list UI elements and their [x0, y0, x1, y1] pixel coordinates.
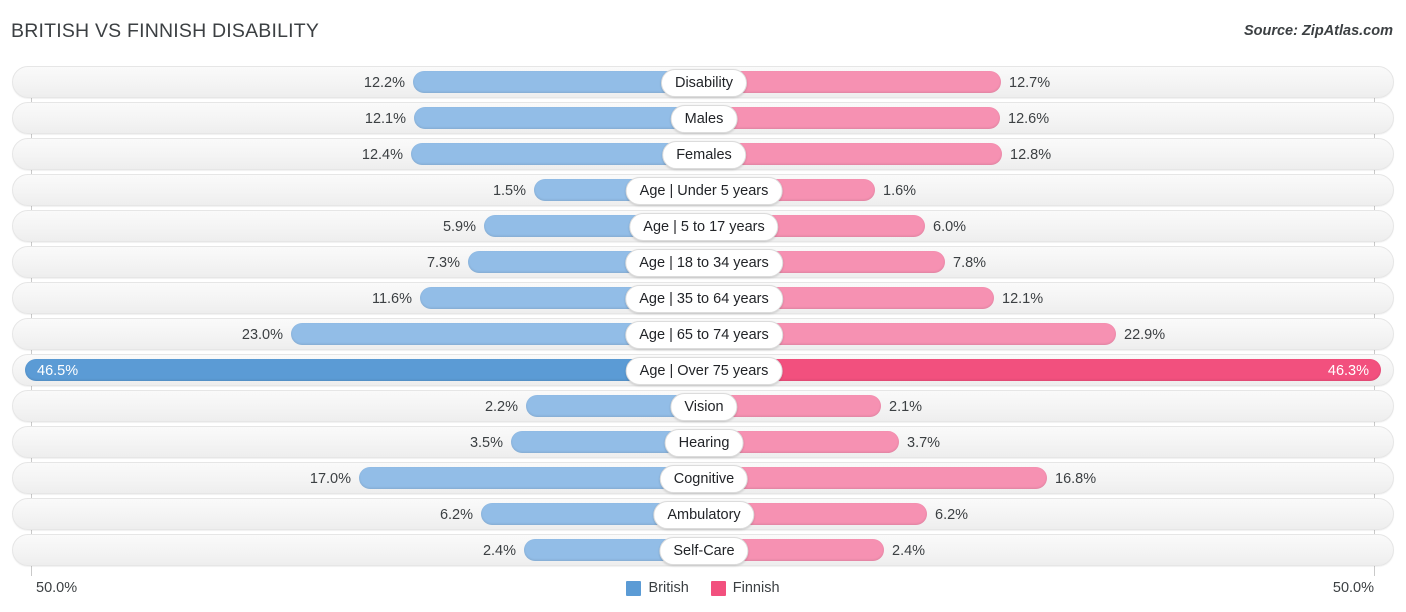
- value-label-finnish: 2.1%: [889, 399, 923, 415]
- bar-track: 2.2% 2.1% Vision: [13, 391, 1393, 421]
- value-label-british: 46.5%: [37, 363, 79, 379]
- bar-track: 2.4% 2.4% Self-Care: [13, 535, 1393, 565]
- chart-header: BRITISH VS FINNISH DISABILITY Source: Zi…: [0, 20, 1406, 48]
- bar-finnish[interactable]: [704, 359, 1381, 381]
- bar-track: 23.0% 22.9% Age | 65 to 74 years: [13, 319, 1393, 349]
- value-label-british: 12.1%: [364, 111, 406, 127]
- value-label-finnish: 3.7%: [907, 435, 941, 451]
- value-label-british: 1.5%: [492, 183, 526, 199]
- category-label-pill: Hearing: [664, 429, 744, 457]
- bar-row[interactable]: 12.1% 12.6% Males: [12, 102, 1394, 134]
- bar-row[interactable]: 23.0% 22.9% Age | 65 to 74 years: [12, 318, 1394, 350]
- legend-label: Finnish: [732, 580, 780, 596]
- bar-british[interactable]: [25, 359, 704, 381]
- value-label-british: 2.4%: [482, 543, 516, 559]
- bar-track: 12.4% 12.8% Females: [13, 139, 1393, 169]
- category-label-pill: Vision: [670, 393, 738, 421]
- value-label-british: 23.0%: [241, 327, 283, 343]
- value-label-british: 6.2%: [439, 507, 473, 523]
- bar-british[interactable]: [411, 143, 704, 165]
- bar-row[interactable]: 2.2% 2.1% Vision: [12, 390, 1394, 422]
- value-label-british: 2.2%: [484, 399, 518, 415]
- value-label-finnish: 7.8%: [953, 255, 987, 271]
- bar-track: 6.2% 6.2% Ambulatory: [13, 499, 1393, 529]
- legend-label: British: [648, 580, 689, 596]
- category-label-pill: Age | Under 5 years: [625, 177, 783, 205]
- chart-legend: British Finnish: [0, 580, 1406, 596]
- value-label-finnish: 46.3%: [1327, 363, 1369, 379]
- bar-british[interactable]: [414, 107, 704, 129]
- legend-item[interactable]: Finnish: [710, 580, 780, 596]
- value-label-british: 12.2%: [363, 75, 405, 91]
- value-label-british: 11.6%: [371, 291, 412, 307]
- value-label-finnish: 12.7%: [1009, 75, 1051, 91]
- category-label-pill: Age | 35 to 64 years: [625, 285, 783, 313]
- category-label-pill: Self-Care: [659, 537, 749, 565]
- bar-track: 3.5% 3.7% Hearing: [13, 427, 1393, 457]
- bar-track: 7.3% 7.8% Age | 18 to 34 years: [13, 247, 1393, 277]
- bar-finnish[interactable]: [704, 143, 1002, 165]
- category-label-pill: Females: [662, 141, 746, 169]
- bar-row[interactable]: 5.9% 6.0% Age | 5 to 17 years: [12, 210, 1394, 242]
- value-label-british: 12.4%: [361, 147, 403, 163]
- source-attribution: Source: ZipAtlas.com: [1243, 23, 1393, 39]
- value-label-british: 3.5%: [469, 435, 503, 451]
- bar-finnish[interactable]: [704, 71, 1001, 93]
- value-label-finnish: 12.1%: [1002, 291, 1044, 307]
- value-label-finnish: 22.9%: [1124, 327, 1166, 343]
- bar-row[interactable]: 3.5% 3.7% Hearing: [12, 426, 1394, 458]
- category-label-pill: Males: [670, 105, 738, 133]
- bar-track: 46.5% 46.3% Age | Over 75 years: [13, 355, 1393, 385]
- bar-finnish[interactable]: [704, 107, 1000, 129]
- bar-row[interactable]: 1.5% 1.6% Age | Under 5 years: [12, 174, 1394, 206]
- category-label-pill: Ambulatory: [653, 501, 755, 529]
- bar-track: 1.5% 1.6% Age | Under 5 years: [13, 175, 1393, 205]
- bar-british[interactable]: [359, 467, 704, 489]
- legend-swatch-icon: [710, 580, 726, 596]
- chart-footer: 50.0% 50.0% British Finnish: [0, 578, 1406, 612]
- category-label-pill: Age | Over 75 years: [625, 357, 783, 385]
- bar-row[interactable]: 17.0% 16.8% Cognitive: [12, 462, 1394, 494]
- value-label-finnish: 12.8%: [1010, 147, 1052, 163]
- value-label-british: 7.3%: [426, 255, 460, 271]
- bar-track: 11.6% 12.1% Age | 35 to 64 years: [13, 283, 1393, 313]
- category-label-pill: Cognitive: [659, 465, 749, 493]
- value-label-finnish: 6.0%: [933, 219, 967, 235]
- value-label-british: 17.0%: [309, 471, 351, 487]
- value-label-finnish: 1.6%: [883, 183, 917, 199]
- bar-row[interactable]: 2.4% 2.4% Self-Care: [12, 534, 1394, 566]
- chart-root: BRITISH VS FINNISH DISABILITY Source: Zi…: [0, 0, 1406, 612]
- category-label-pill: Age | 18 to 34 years: [625, 249, 783, 277]
- page-title: BRITISH VS FINNISH DISABILITY: [11, 20, 320, 42]
- bar-track: 12.1% 12.6% Males: [13, 103, 1393, 133]
- value-label-finnish: 2.4%: [892, 543, 926, 559]
- category-label-pill: Age | 5 to 17 years: [629, 213, 779, 241]
- bar-row[interactable]: 12.2% 12.7% Disability: [12, 66, 1394, 98]
- category-label-pill: Age | 65 to 74 years: [625, 321, 783, 349]
- value-label-finnish: 6.2%: [935, 507, 969, 523]
- bar-finnish[interactable]: [704, 467, 1047, 489]
- bar-track: 5.9% 6.0% Age | 5 to 17 years: [13, 211, 1393, 241]
- value-label-finnish: 12.6%: [1008, 111, 1050, 127]
- bar-row[interactable]: 7.3% 7.8% Age | 18 to 34 years: [12, 246, 1394, 278]
- bar-row[interactable]: 11.6% 12.1% Age | 35 to 64 years: [12, 282, 1394, 314]
- bar-row[interactable]: 6.2% 6.2% Ambulatory: [12, 498, 1394, 530]
- legend-swatch-icon: [626, 580, 642, 596]
- bar-row[interactable]: 46.5% 46.3% Age | Over 75 years: [12, 354, 1394, 386]
- bar-track: 17.0% 16.8% Cognitive: [13, 463, 1393, 493]
- value-label-british: 5.9%: [442, 219, 476, 235]
- legend-item[interactable]: British: [626, 580, 689, 596]
- plot-area: 12.2% 12.7% Disability 12.1% 12.6% Males 12.4%…: [0, 66, 1406, 578]
- bar-track: 12.2% 12.7% Disability: [13, 67, 1393, 97]
- category-label-pill: Disability: [660, 69, 748, 97]
- bar-row[interactable]: 12.4% 12.8% Females: [12, 138, 1394, 170]
- value-label-finnish: 16.8%: [1055, 471, 1097, 487]
